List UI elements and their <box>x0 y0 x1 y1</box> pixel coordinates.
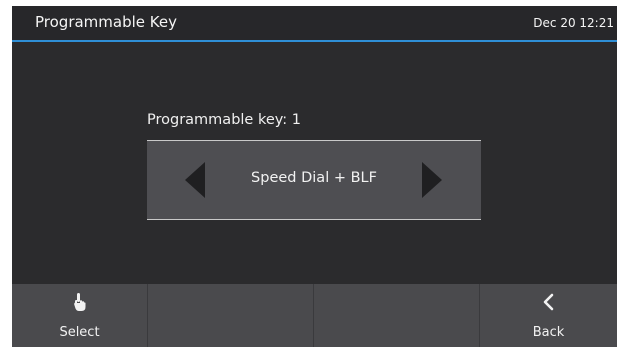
select-softkey-label: Select <box>59 325 100 340</box>
key-type-selector[interactable]: Speed Dial + BLF <box>147 140 481 220</box>
date-time: Dec 20 12:21 <box>533 16 614 30</box>
back-softkey[interactable]: Back <box>480 284 617 347</box>
page-title: Programmable Key <box>35 13 177 31</box>
back-softkey-label: Back <box>532 325 565 340</box>
header-bar: Programmable Key Dec 20 12:21 <box>12 6 617 42</box>
softkey-2[interactable] <box>148 284 314 347</box>
phone-screen: Programmable Key Dec 20 12:21 Programmab… <box>12 6 617 347</box>
select-softkey[interactable]: Select <box>12 284 148 347</box>
arrow-right-icon[interactable] <box>422 162 442 198</box>
chevron-left-icon <box>480 292 617 314</box>
softkey-3[interactable] <box>314 284 480 347</box>
softkey-bar: Select Back <box>12 284 617 347</box>
hand-pointer-icon <box>12 292 147 314</box>
programmable-key-label: Programmable key: 1 <box>147 112 301 128</box>
